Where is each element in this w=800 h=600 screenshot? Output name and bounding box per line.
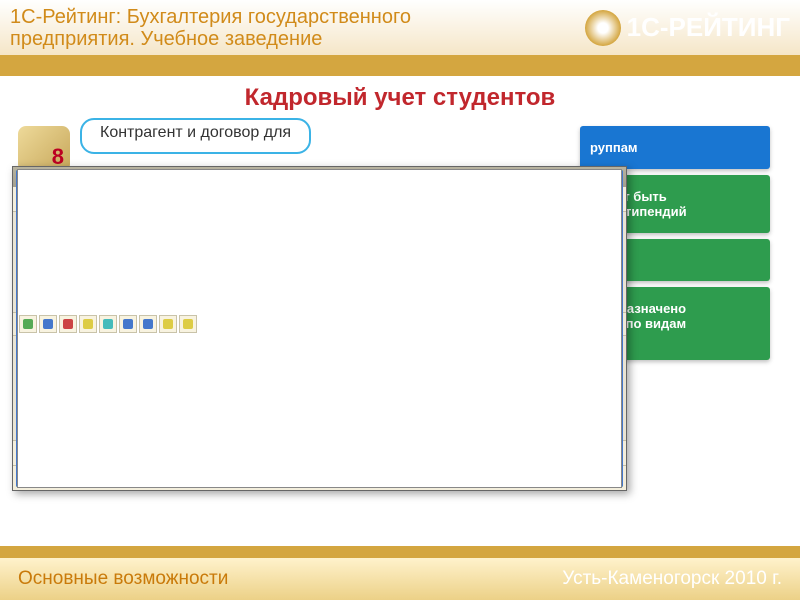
edit-row-icon[interactable] xyxy=(39,315,57,333)
sort-icon[interactable] xyxy=(179,315,197,333)
footer-right: Усть-Каменогорск 2010 г. xyxy=(562,568,782,590)
add-row-icon[interactable] xyxy=(19,315,37,333)
window-toolbar: Операция Действия xyxy=(13,187,626,212)
dialog-window: Приказ по учебному заведению: Отмена льг… xyxy=(12,166,627,491)
product-title: 1С-Рейтинг: Бухгалтерия государственного… xyxy=(10,6,585,50)
toolbar-icon[interactable] xyxy=(316,190,334,208)
brand-logo-icon xyxy=(585,10,621,46)
sort-icon[interactable] xyxy=(159,315,177,333)
copy-row-icon[interactable] xyxy=(79,315,97,333)
move-up-icon[interactable] xyxy=(119,315,137,333)
brand: 1С-РЕЙТИНГ xyxy=(585,10,790,46)
section-title: Кадровый учет студентов xyxy=(0,76,800,114)
app-header: 1С-Рейтинг: Бухгалтерия государственного… xyxy=(0,0,800,58)
delete-row-icon[interactable] xyxy=(59,315,77,333)
bg-card: руппам xyxy=(580,126,770,169)
move-down-icon[interactable] xyxy=(139,315,157,333)
divider-strip xyxy=(0,58,800,76)
page-footer: Основные возможности Усть-Каменогорск 20… xyxy=(0,546,800,600)
context-pill: Контрагент и договор для xyxy=(80,118,311,154)
toolbar-icon[interactable] xyxy=(99,315,117,333)
footer-left: Основные возможности xyxy=(18,568,228,590)
